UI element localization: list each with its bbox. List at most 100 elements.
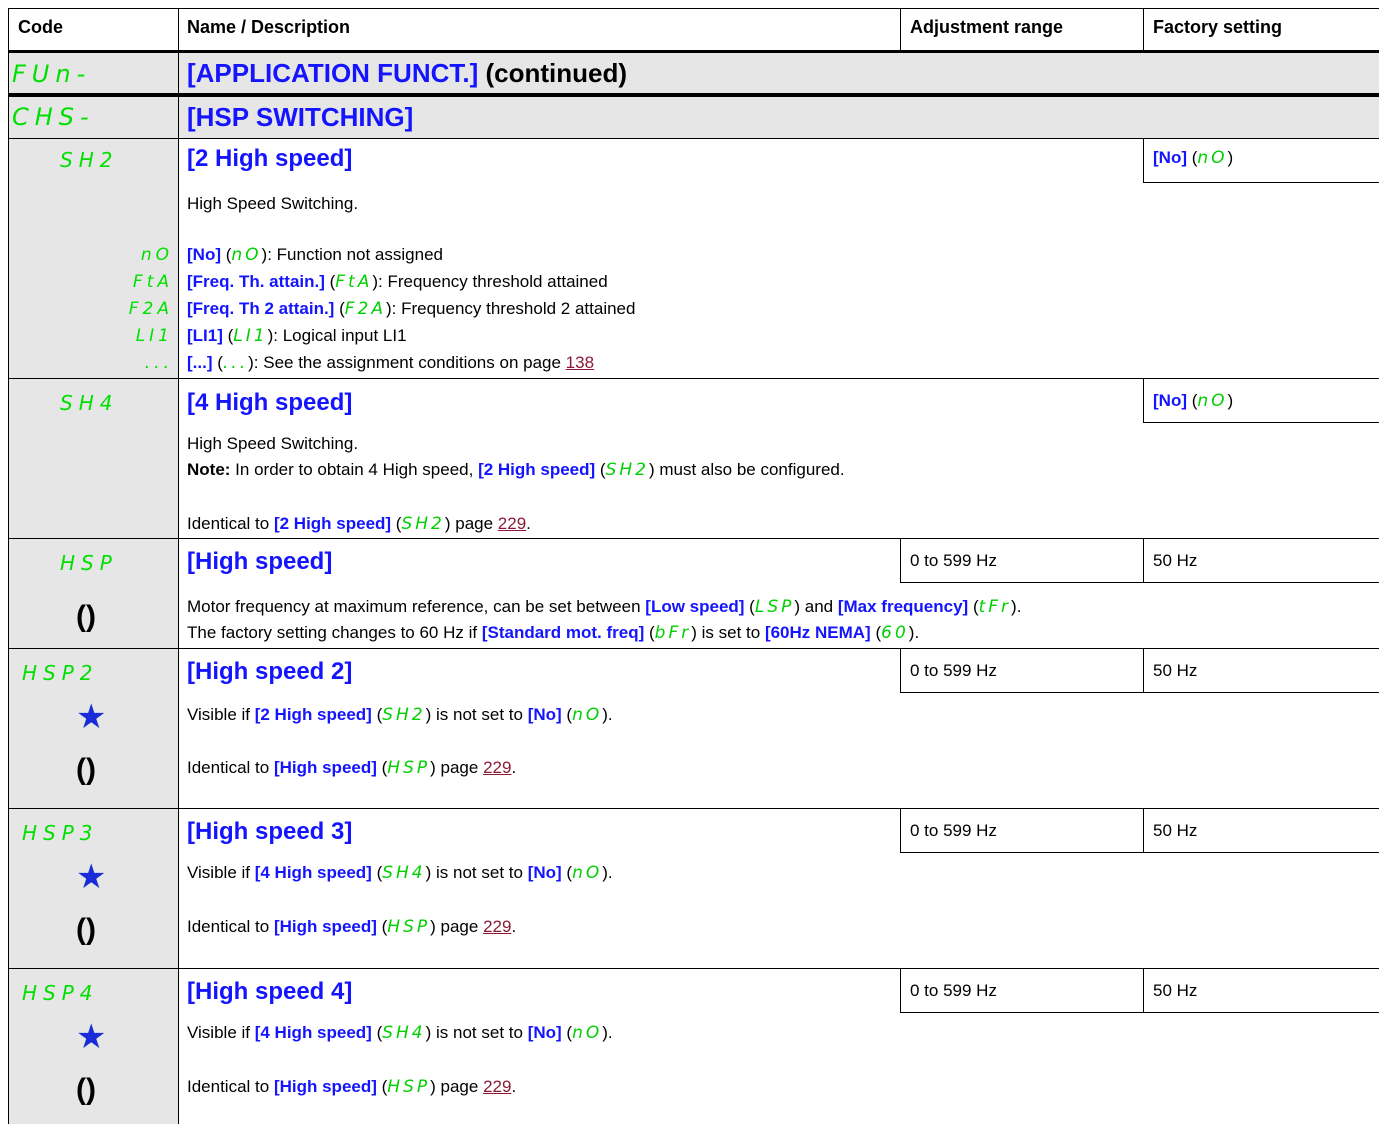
opt-label: [No] [187,245,221,264]
chs-title: [HSP SWITCHING] [187,102,414,132]
t: Visible if [187,863,255,882]
t: . [607,863,613,882]
sh4-factory-bottom [1143,422,1379,423]
star-icon: ★ [76,698,107,736]
sh4-factory-label: [No] [1153,391,1187,410]
hsp2-factory: 50 Hz [1153,661,1198,680]
lp: ( [870,623,882,642]
t: Identical to [187,758,274,777]
sh2-factory-code: nO [1197,148,1228,168]
chs-rule [8,138,1379,139]
sh4-desc: High Speed Switching. [187,434,359,453]
opt-code: ... [222,353,249,373]
note-text: In order to obtain 4 High speed, [230,460,479,479]
t: is set to [696,623,765,642]
hsp2-factory-left [1143,648,1144,692]
opt-text: : See the assignment conditions on page [253,353,566,372]
ref: [4 High speed] [254,1023,372,1042]
lp: ( [371,705,383,724]
cycle-icon: () [76,1073,96,1106]
sh2-opt1-code: FtA [132,272,173,292]
t: and [800,597,838,616]
sh4-note: Note: In order to obtain 4 High speed, [… [187,460,845,480]
sh2-factory-lp: ( [1186,148,1198,167]
lp: ( [1186,391,1198,410]
cycle-icon: () [76,600,96,633]
ref: [4 High speed] [254,863,372,882]
sh4-code: SH4 [60,391,119,415]
opt-code: F2A [344,299,386,319]
hsp3-factory: 50 Hz [1153,821,1198,840]
lp: ( [561,705,573,724]
page-link-138[interactable]: 138 [566,353,594,372]
hsp-range-bottom [900,582,1379,583]
t: Visible if [187,1023,255,1042]
hsp3-range-bottom [900,852,1379,853]
hsp2-identical: Identical to [High speed] (HSP) page 229… [187,758,516,778]
sh2-factory-label: [No] [1153,148,1187,167]
t: . [1016,597,1022,616]
hsp4-range-bottom [900,1012,1379,1013]
header-name: Name / Description [187,17,351,37]
sh2-opt2-code: F2A [128,299,173,319]
page-link-229[interactable]: 229 [498,514,526,533]
page-link-229[interactable]: 229 [483,1077,511,1096]
code: nO [572,1023,603,1043]
sh2-factory: [No] (nO) [1153,148,1233,168]
ref: [No] [527,705,562,724]
ref: [Max frequency] [837,597,969,616]
hsp-factory: 50 Hz [1153,551,1198,570]
lp: ( [561,863,573,882]
header-range: Adjustment range [910,17,1064,37]
row-rule-hsp2 [8,648,1379,649]
col-divider-code [178,8,179,1124]
opt-text: : Logical input LI1 [273,326,407,345]
sh2-opt0-code: nO [140,245,173,265]
sh2-title: [2 High speed] [187,145,353,172]
ident-dot: . [526,514,531,533]
sh2-opt3-code: LI1 [135,326,173,346]
page-link-229[interactable]: 229 [483,758,511,777]
hsp3-code: HSP3 [22,821,99,845]
hsp-code: HSP [60,551,118,575]
fun-code: FUn- [12,60,92,88]
lp: ( [212,353,223,372]
cycle-icon: () [76,913,96,946]
t: is not set to [431,863,528,882]
hsp3-range: 0 to 599 Hz [910,821,997,840]
opt-code: nO [231,245,262,265]
ref: [High speed] [273,917,377,936]
sh4-factory: [No] (nO) [1153,391,1233,411]
sh2-factory-bottom [1143,182,1379,183]
ref: [Low speed] [645,597,745,616]
code: tFr [978,597,1012,617]
hsp4-code: HSP4 [22,981,99,1005]
t: Visible if [187,705,255,724]
ref: [High speed] [273,1077,377,1096]
cycle-icon: () [76,753,96,786]
hsp2-title: [High speed 2] [187,658,353,685]
hsp2-range: 0 to 599 Hz [910,661,997,680]
sh4-title: [4 High speed] [187,389,353,416]
code: nO [572,705,603,725]
row-rule-hsp3 [8,808,1379,809]
header-code: Code [18,17,63,37]
t: . [914,623,920,642]
ident-code: SH2 [401,514,445,534]
t: . [511,917,517,936]
page-link-229[interactable]: 229 [483,917,511,936]
header-factory: Factory setting [1153,17,1283,37]
t: . [511,1077,517,1096]
ident-text: Identical to [187,514,274,533]
code: SH4 [382,863,426,883]
hsp4-range: 0 to 599 Hz [910,981,997,1000]
t: The factory setting changes to 60 Hz if [187,623,482,642]
t: . [607,1023,613,1042]
hsp3-range-left [900,808,901,852]
t: page [435,1077,484,1096]
note-text-end: must also be configured. [654,460,845,479]
star-icon: ★ [76,1018,107,1056]
code: 60 [881,623,909,643]
t: Motor frequency at maximum reference, ca… [187,597,646,616]
lp: ( [391,514,402,533]
